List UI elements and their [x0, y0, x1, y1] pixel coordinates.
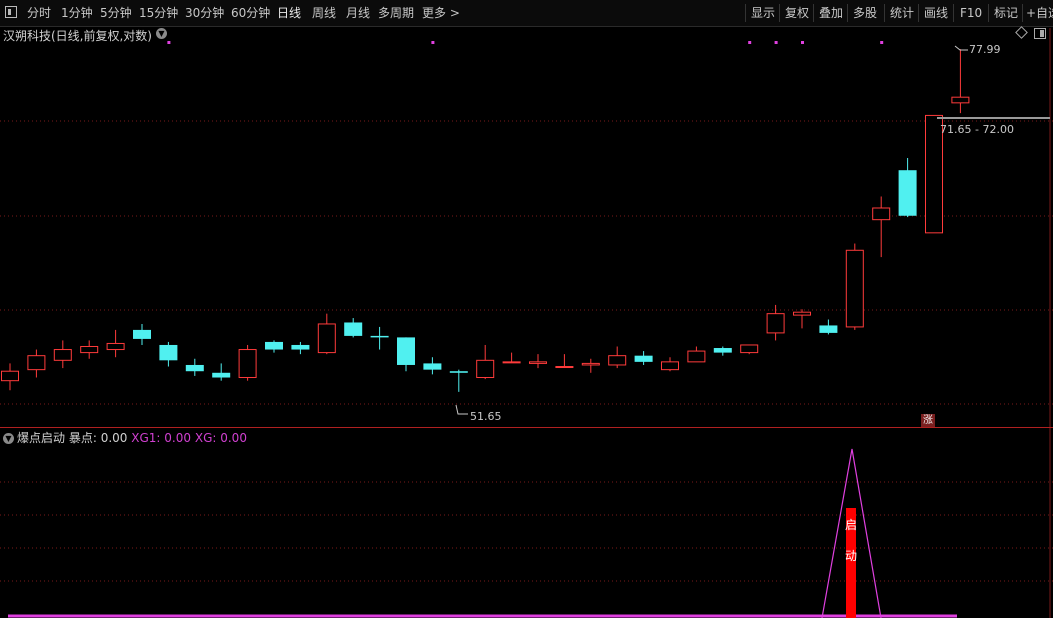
candle-body	[529, 361, 547, 364]
signal-dot	[167, 41, 171, 44]
candle-body	[766, 313, 785, 334]
kline-chart[interactable]: 77.99 71.65 - 72.00 51.65	[0, 0, 1053, 618]
baodian-label: 暴点:	[68, 431, 97, 445]
candle-body	[133, 329, 151, 339]
range-label: 71.65 - 72.00	[940, 123, 1014, 136]
xg1-label: XG1:	[131, 431, 161, 445]
candle-body	[212, 372, 231, 378]
xg1-value: 0.00	[164, 431, 192, 445]
rise-badge: 涨	[921, 414, 935, 427]
candle-body	[265, 341, 283, 350]
candle-body	[713, 348, 732, 353]
candle-body	[502, 361, 521, 364]
signal-dot	[801, 41, 804, 44]
candle-body	[27, 355, 46, 371]
candle-body	[661, 361, 679, 371]
candle-body	[344, 322, 363, 336]
candle-body	[159, 344, 178, 361]
candle-body	[898, 170, 917, 216]
candle-body	[740, 344, 759, 354]
chevron-down-icon[interactable]: ▼	[3, 433, 14, 444]
xg-value: 0.00	[220, 431, 247, 445]
indicator-header: ▼ 爆点启动 暴点: 0.00 XG1: 0.00 XG: 0.00	[3, 429, 247, 446]
candle-body	[476, 359, 495, 379]
signal-text-dong: 动	[844, 549, 857, 563]
candle-body	[634, 355, 653, 362]
signal-bar: 启 动	[844, 508, 857, 618]
candle-body	[449, 371, 468, 373]
indicator-name[interactable]: 爆点启动	[17, 431, 65, 445]
signal-dot	[880, 41, 884, 44]
candle-body	[423, 363, 442, 370]
candle-body	[845, 249, 864, 328]
candle-body	[317, 323, 336, 354]
signal-dots	[167, 41, 884, 44]
candle-body	[106, 342, 125, 351]
baodian-value: 0.00	[100, 431, 128, 445]
low-marker-leader	[455, 404, 468, 415]
candle-body	[397, 337, 415, 365]
grid-lines	[0, 28, 1053, 618]
candle-body	[80, 345, 99, 354]
low-price-label: 51.65	[470, 410, 502, 423]
candle-body	[370, 335, 389, 338]
candle-body	[608, 355, 627, 366]
high-marker-leader	[954, 45, 968, 51]
candle-body	[238, 349, 257, 379]
candle-body	[793, 311, 811, 316]
signal-dot	[431, 41, 435, 44]
panel-divider[interactable]	[0, 427, 1053, 428]
candle-body	[687, 350, 706, 363]
candle-body	[555, 366, 574, 369]
candle-body	[819, 325, 838, 333]
candle-body	[581, 362, 600, 366]
signal-dot	[748, 41, 752, 44]
candle-body	[185, 364, 204, 372]
candles	[1, 49, 970, 392]
candle-body	[951, 96, 970, 104]
candle-body	[872, 207, 891, 221]
high-price-label: 77.99	[969, 43, 1001, 56]
signal-dot	[774, 41, 778, 44]
signal-text-qi: 启	[844, 518, 857, 532]
indicator-grid-lines	[0, 481, 1053, 582]
xg-label: XG:	[194, 431, 217, 445]
candle-body	[53, 349, 72, 361]
candle-body	[1, 370, 19, 382]
candle-body	[291, 344, 310, 350]
